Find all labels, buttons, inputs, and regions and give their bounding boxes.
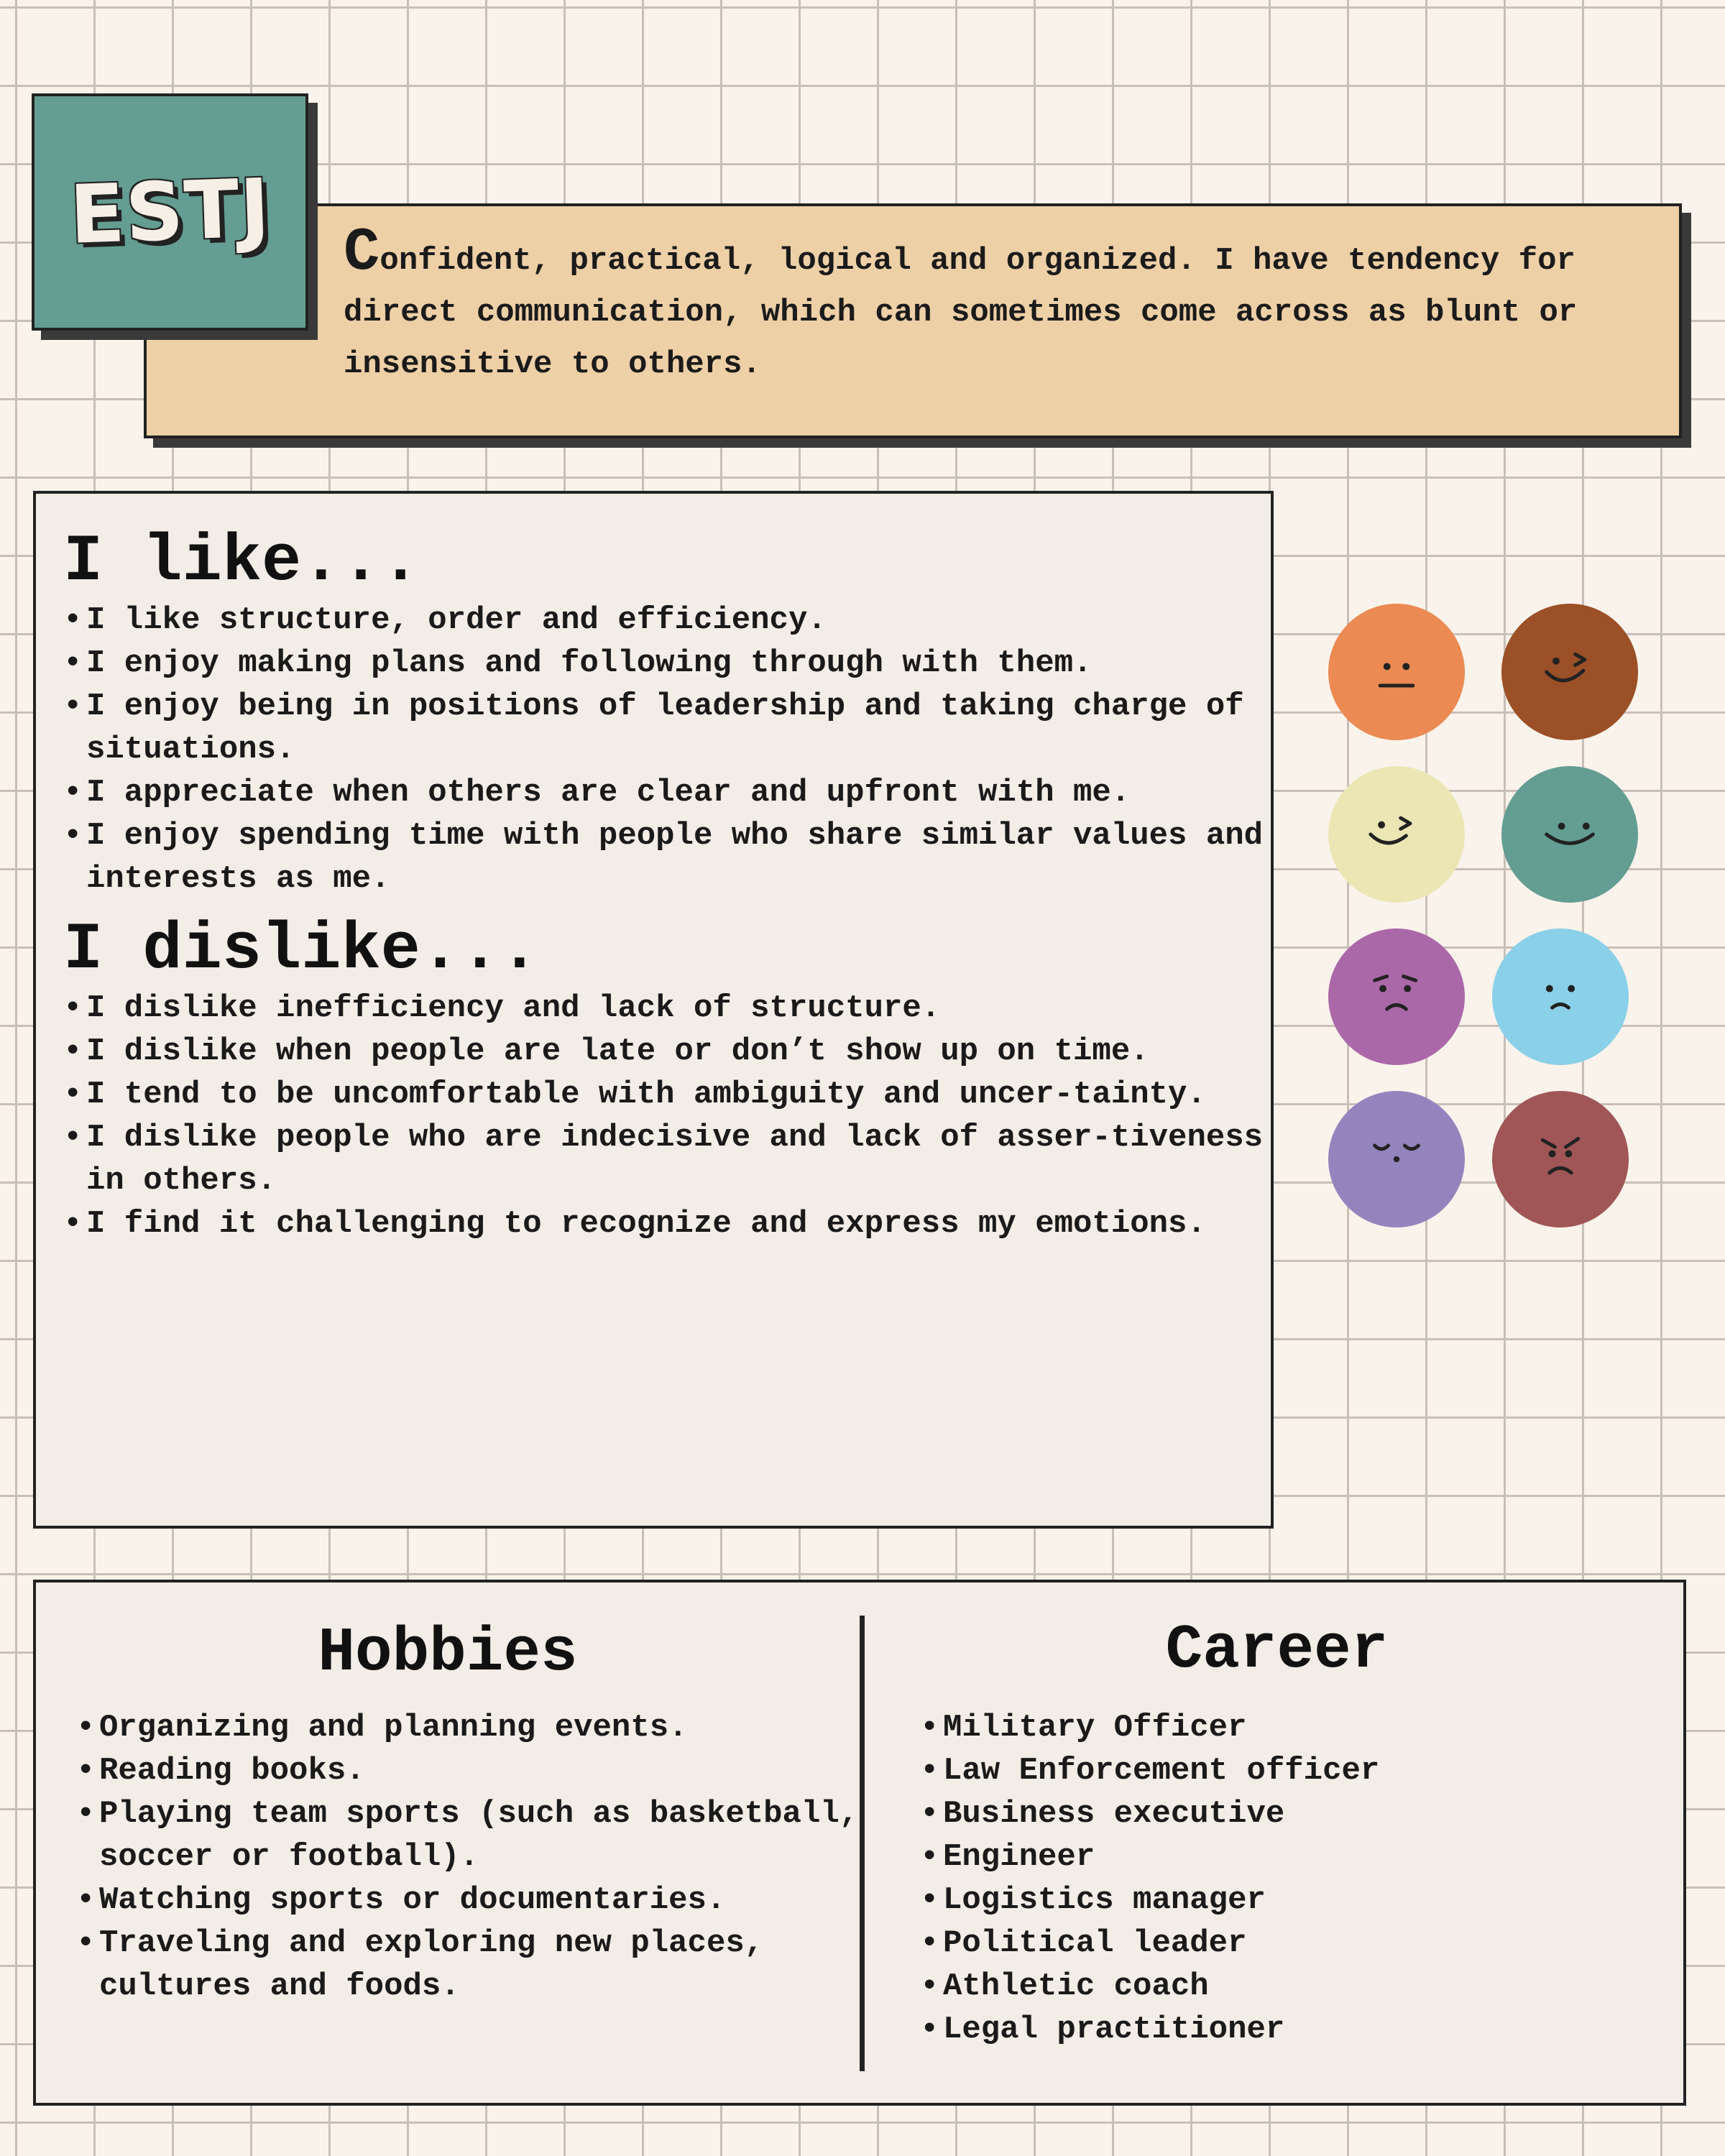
career-title: Career (1165, 1615, 1389, 1685)
list-item: Watching sports or documentaries. (76, 1879, 867, 1922)
dislikes-list: I dislike inefficiency and lack of struc… (63, 987, 1271, 1245)
neutral-face-icon (1328, 604, 1465, 740)
list-item: Athletic coach (920, 1965, 1668, 2008)
list-item: Logistics manager (920, 1879, 1668, 1922)
list-item: I dislike when people are late or don’t … (63, 1030, 1271, 1073)
list-item: I enjoy spending time with people who sh… (63, 814, 1271, 900)
list-item: Business executive (920, 1792, 1668, 1835)
likes-title: I like... (63, 524, 420, 599)
hobbies-list: Organizing and planning events. Reading … (76, 1706, 867, 2008)
list-item: Legal practitioner (920, 2008, 1668, 2051)
list-item: Reading books. (76, 1749, 867, 1792)
sad-face-icon (1492, 929, 1629, 1065)
type-title: ESTJ (68, 162, 272, 262)
likes-list: I like structure, order and efficiency. … (63, 599, 1271, 900)
list-item: I dislike people who are indecisive and … (63, 1116, 1271, 1202)
list-item: I enjoy being in positions of leadership… (63, 685, 1271, 771)
list-item: Engineer (920, 1835, 1668, 1879)
list-item: I appreciate when others are clear and u… (63, 771, 1271, 814)
worried-face-icon (1328, 929, 1465, 1065)
type-badge: ESTJ (32, 93, 308, 331)
summary-text: Confident, practical, logical and organi… (344, 219, 1578, 382)
list-item: I find it challenging to recognize and e… (63, 1202, 1271, 1245)
list-item: Traveling and exploring new places, cult… (76, 1922, 867, 2008)
list-item: Organizing and planning events. (76, 1706, 867, 1749)
smiling-face-icon (1501, 766, 1638, 903)
summary-card: Confident, practical, logical and organi… (144, 203, 1682, 438)
list-item: Law Enforcement officer (920, 1749, 1668, 1792)
hobbies-career-panel: Hobbies Organizing and planning events. … (33, 1580, 1686, 2106)
list-item: Playing team sports (such as basketball,… (76, 1792, 867, 1879)
column-divider (860, 1616, 865, 2071)
likes-dislikes-panel: I like... I like structure, order and ef… (33, 491, 1274, 1529)
list-item: Military Officer (920, 1706, 1668, 1749)
winking-face-icon (1501, 604, 1638, 740)
sleepy-face-icon (1328, 1091, 1465, 1227)
angry-face-icon (1492, 1091, 1629, 1227)
list-item: I tend to be uncomfortable with ambiguit… (63, 1073, 1271, 1116)
dislikes-title: I dislike... (63, 912, 540, 987)
winking-smile-face-icon (1328, 766, 1465, 903)
hobbies-title: Hobbies (318, 1618, 578, 1688)
list-item: I like structure, order and efficiency. (63, 599, 1271, 642)
career-list: Military Officer Law Enforcement officer… (920, 1706, 1668, 2051)
list-item: I dislike inefficiency and lack of struc… (63, 987, 1271, 1030)
list-item: I enjoy making plans and following throu… (63, 642, 1271, 685)
list-item: Political leader (920, 1922, 1668, 1965)
